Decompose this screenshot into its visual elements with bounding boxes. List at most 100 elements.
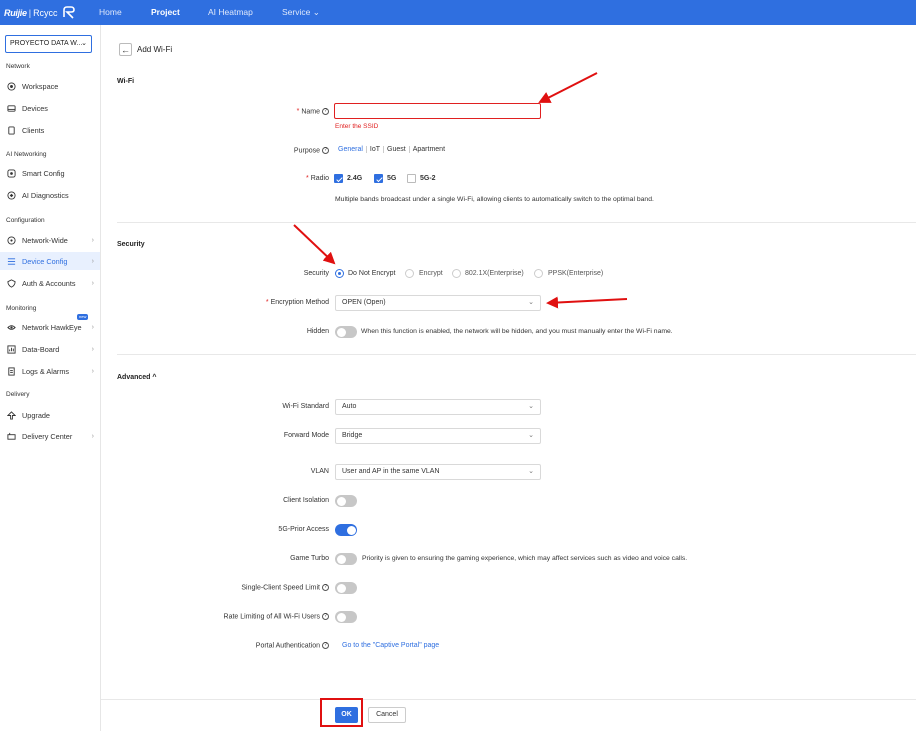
sidebar-item-workspace[interactable]: Workspace — [0, 77, 100, 95]
forward-mode-label: Forward Mode — [283, 432, 329, 439]
new-badge: new — [77, 314, 89, 320]
speed-limit-toggle[interactable] — [335, 582, 357, 594]
encryption-method-select[interactable]: OPEN (Open) ⌄ — [335, 295, 541, 311]
sidebar-item-auth-accounts[interactable]: Auth & Accounts › — [0, 274, 100, 292]
game-turbo-toggle[interactable] — [335, 553, 357, 565]
board-icon — [7, 344, 16, 354]
chevron-right-icon: › — [91, 279, 94, 287]
cancel-button[interactable]: Cancel — [368, 707, 406, 723]
hidden-note: When this function is enabled, the netwo… — [361, 328, 673, 335]
section-ai-networking: AI Networking — [6, 151, 47, 158]
list-icon — [7, 257, 16, 265]
diagnostics-icon — [7, 190, 16, 200]
help-icon[interactable]: ? — [322, 642, 329, 649]
logo[interactable]: Ruijie | Rcycc — [4, 4, 76, 21]
sidebar-item-network-hawkeye[interactable]: Network HawkEye new › — [0, 314, 100, 336]
prior-access-label: 5G-Prior Access — [278, 526, 329, 533]
purpose-guest[interactable]: Guest — [384, 146, 410, 153]
delivery-icon — [7, 432, 16, 440]
section-advanced[interactable]: Advanced ^ — [117, 374, 157, 381]
sidebar-item-logs-alarms[interactable]: Logs & Alarms › — [0, 362, 100, 380]
top-nav-bar: Ruijie | Rcycc Home Project AI Heatmap S… — [0, 0, 916, 25]
game-turbo-label: Game Turbo — [290, 555, 329, 562]
project-select[interactable]: PROYECTO DATA W... ⌄ — [5, 35, 92, 53]
sidebar-item-device-config[interactable]: Device Config › — [0, 252, 100, 270]
back-button[interactable]: ← — [119, 43, 132, 56]
cloud-logo-icon — [62, 6, 75, 19]
checkbox-2-4g[interactable] — [334, 174, 343, 183]
security-radio-8021x[interactable] — [452, 269, 461, 278]
portal-auth-label: Portal Authentication? — [129, 642, 329, 649]
nav-project[interactable]: Project — [151, 0, 180, 25]
security-label: Security — [303, 270, 329, 277]
security-radio-ppsk[interactable] — [534, 269, 543, 278]
checkbox-5g-2[interactable] — [407, 174, 416, 183]
rate-limit-toggle[interactable] — [335, 611, 357, 623]
help-icon[interactable]: ? — [322, 584, 329, 591]
forward-mode-select[interactable]: Bridge ⌄ — [335, 428, 541, 444]
chevron-right-icon: › — [91, 236, 94, 244]
help-icon[interactable]: ? — [322, 613, 329, 620]
purpose-general[interactable]: General — [335, 146, 367, 153]
help-icon[interactable]: ? — [322, 108, 329, 115]
chevron-down-icon: ⌄ — [528, 299, 534, 306]
captive-portal-link[interactable]: Go to the "Captive Portal" page — [342, 642, 439, 649]
prior-access-toggle[interactable] — [335, 524, 357, 536]
divider — [101, 699, 916, 700]
checkbox-5g[interactable] — [374, 174, 383, 183]
upgrade-icon — [7, 410, 16, 420]
client-isolation-toggle[interactable] — [335, 495, 357, 507]
sidebar-item-data-board[interactable]: Data-Board › — [0, 340, 100, 358]
chevron-right-icon: › — [91, 432, 94, 440]
annotation-highlight-box — [320, 698, 363, 727]
security-ppsk-label: PPSK(Enterprise) — [548, 270, 604, 277]
annotation-arrow — [538, 72, 598, 103]
sidebar-item-devices[interactable]: Devices — [0, 99, 100, 117]
wifi-standard-select[interactable]: Auto ⌄ — [335, 399, 541, 415]
checkbox-5g-label: 5G — [387, 175, 397, 182]
purpose-iot[interactable]: IoT — [366, 146, 385, 153]
sidebar-item-upgrade[interactable]: Upgrade — [0, 406, 100, 424]
name-error: Enter the SSID — [335, 123, 379, 130]
chevron-down-icon: ⌄ — [312, 7, 320, 17]
vlan-select[interactable]: User and AP in the same VLAN ⌄ — [335, 464, 541, 480]
name-label: * Name? — [129, 108, 329, 115]
sidebar-item-clients[interactable]: Clients — [0, 121, 100, 139]
encryption-method-label: * Encryption Method — [265, 299, 329, 306]
checkbox-2-4g-label: 2.4G — [347, 175, 363, 182]
sidebar-item-network-wide[interactable]: Network-Wide › — [0, 231, 100, 249]
sidebar-item-smart-config[interactable]: Smart Config — [0, 164, 100, 182]
sidebar-item-ai-diagnostics[interactable]: AI Diagnostics — [0, 186, 100, 204]
brand-name: Ruijie — [4, 7, 27, 18]
divider — [117, 222, 916, 223]
annotation-arrow — [546, 296, 628, 309]
nav-ai-heatmap[interactable]: AI Heatmap — [208, 0, 253, 25]
security-8021x-label: 802.1X(Enterprise) — [465, 270, 524, 277]
purpose-apartment[interactable]: Apartment — [410, 146, 448, 153]
section-configuration: Configuration — [6, 217, 45, 224]
logs-icon — [8, 366, 15, 376]
radio-label: * Radio — [305, 175, 329, 182]
sidebar-item-delivery-center[interactable]: Delivery Center › — [0, 427, 100, 445]
device-icon — [7, 104, 16, 112]
vlan-label: VLAN — [310, 468, 329, 475]
help-icon[interactable]: ? — [322, 147, 329, 154]
chevron-up-icon: ^ — [152, 374, 157, 381]
security-radio-do-not-encrypt[interactable] — [335, 269, 344, 278]
security-do-not-encrypt-label: Do Not Encrypt — [348, 270, 396, 277]
target-icon — [7, 81, 16, 91]
chevron-right-icon: › — [91, 345, 94, 353]
purpose-label: Purpose? — [129, 147, 329, 154]
chevron-right-icon: › — [91, 257, 94, 265]
hidden-toggle[interactable] — [335, 326, 357, 338]
ssid-name-input[interactable] — [334, 103, 541, 119]
annotation-arrow — [293, 224, 336, 265]
nav-home[interactable]: Home — [99, 0, 122, 25]
chevron-down-icon: ⌄ — [81, 40, 87, 47]
section-delivery: Delivery — [6, 391, 30, 398]
client-isolation-label: Client Isolation — [283, 497, 329, 504]
nav-service[interactable]: Service ⌄ — [282, 0, 320, 25]
checkbox-5g-2-label: 5G-2 — [420, 175, 436, 182]
section-monitoring: Monitoring — [6, 305, 37, 312]
security-radio-encrypt[interactable] — [405, 269, 414, 278]
